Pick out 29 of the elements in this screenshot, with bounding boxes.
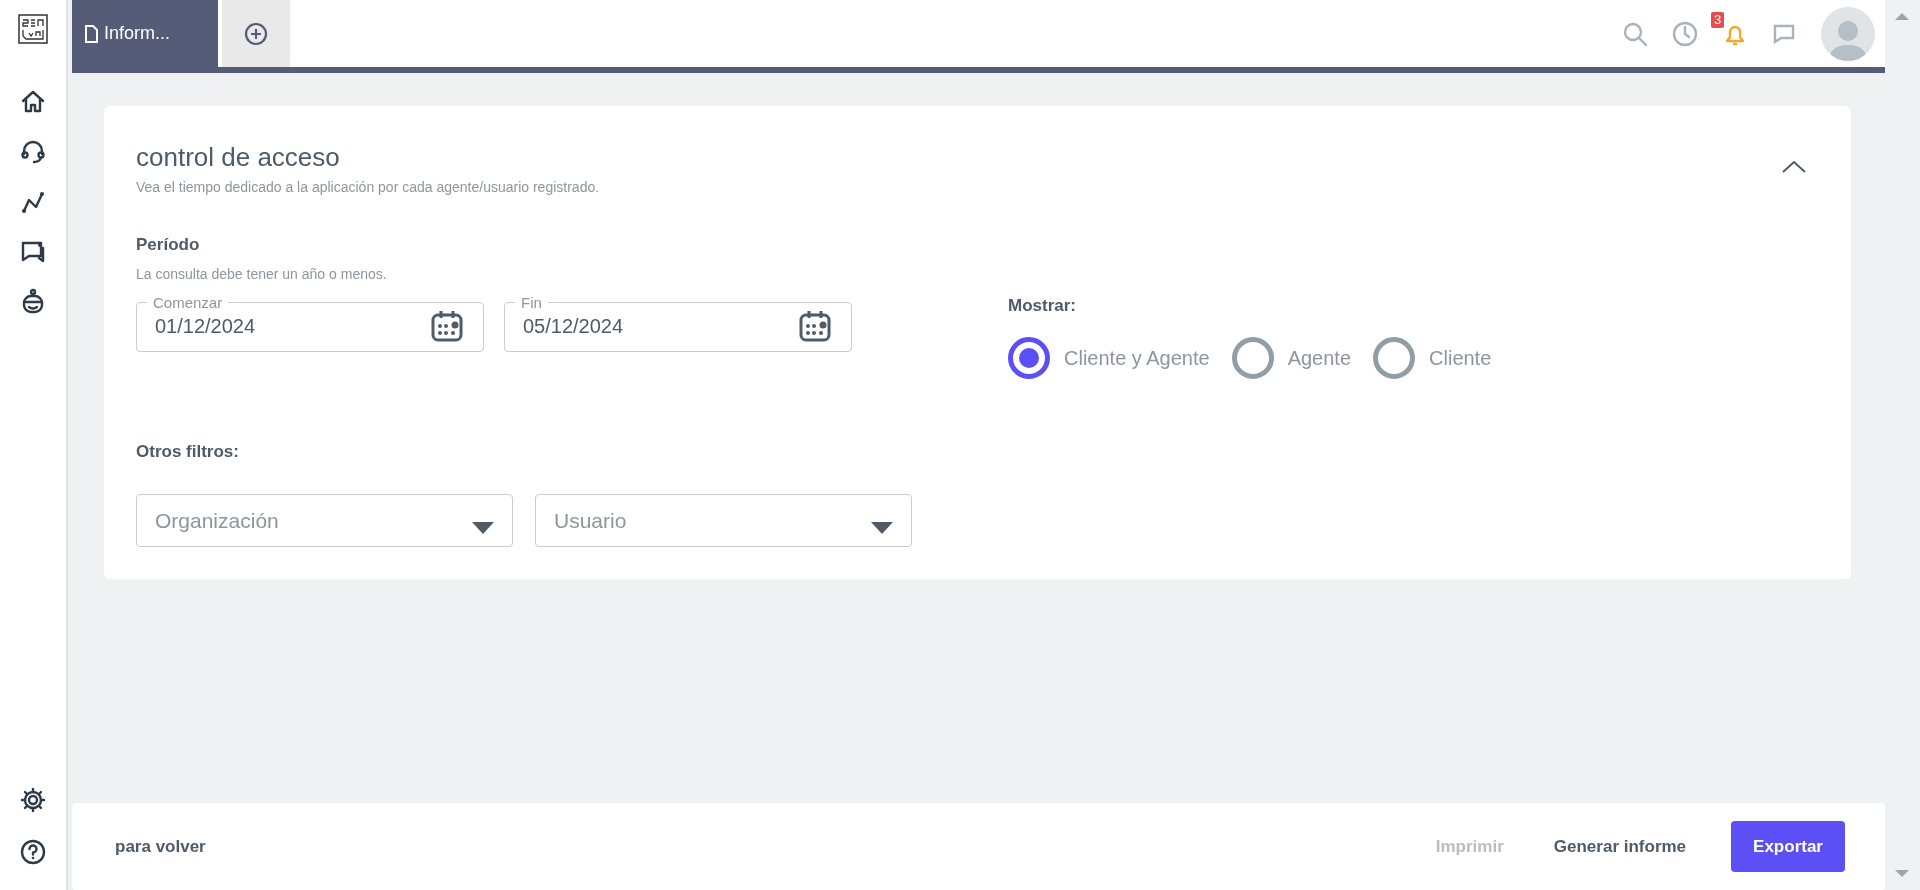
period-hint: La consulta debe tener un año o menos. [136,264,388,284]
footer-button[interactable]: Generar informe [1528,821,1712,872]
show-label: Mostrar: [1008,295,1077,318]
filters-label: Otros filtros: [136,440,240,463]
add-tab-button[interactable] [222,0,290,67]
plus-circle-icon [243,20,269,47]
dropdown-field[interactable]: Organización [136,494,513,548]
settings-icon[interactable] [19,786,47,814]
caret-icon [871,521,893,534]
calendar-icon[interactable] [431,308,465,343]
logo-icon[interactable] [18,14,48,44]
radio-option[interactable]: Cliente y Agente [1008,336,1210,379]
notification-count: 3 [1711,11,1725,28]
headset-icon[interactable] [19,138,47,166]
back-link[interactable]: para volver [115,833,206,860]
period-label: Período [136,234,201,257]
calendar-icon[interactable] [799,308,833,343]
export-button[interactable]: Exportar [1731,820,1845,873]
card-subtitle: Vea el tiempo dedicado a la aplicación por cada agente/usuario registrado. [136,178,601,198]
help-icon[interactable] [19,838,47,866]
caret-icon [472,521,494,534]
field-label: Comenzar [152,292,224,313]
radio-option[interactable]: Cliente [1373,336,1492,379]
card-title: control de acceso [136,142,340,174]
radio-option[interactable]: Agente [1231,336,1352,379]
field-label: Fin [520,292,543,313]
dropdown-field[interactable]: Usuario [535,494,912,548]
document-icon [84,24,98,43]
report-tab[interactable]: Inform... [72,0,218,67]
